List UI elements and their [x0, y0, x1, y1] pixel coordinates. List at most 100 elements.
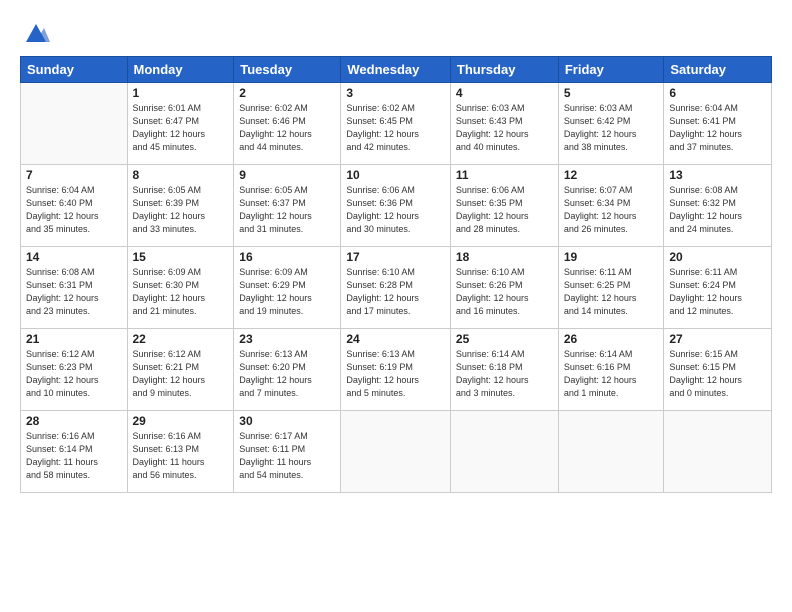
day-info: Sunrise: 6:06 AMSunset: 6:36 PMDaylight:…: [346, 184, 445, 236]
day-number: 29: [133, 414, 229, 428]
day-info: Sunrise: 6:08 AMSunset: 6:31 PMDaylight:…: [26, 266, 122, 318]
day-number: 20: [669, 250, 766, 264]
day-number: 3: [346, 86, 445, 100]
day-number: 9: [239, 168, 335, 182]
day-info: Sunrise: 6:12 AMSunset: 6:23 PMDaylight:…: [26, 348, 122, 400]
calendar-cell: 30Sunrise: 6:17 AMSunset: 6:11 PMDayligh…: [234, 411, 341, 493]
calendar-cell: 4 Sunrise: 6:03 AMSunset: 6:43 PMDaylight…: [450, 83, 558, 165]
calendar-cell: 25 Sunrise: 6:14 AMSunset: 6:18 PMDayligh…: [450, 329, 558, 411]
day-number: 4: [456, 86, 553, 100]
calendar-cell: 23 Sunrise: 6:13 AMSunset: 6:20 PMDayligh…: [234, 329, 341, 411]
day-info: Sunrise: 6:09 AMSunset: 6:29 PMDaylight:…: [239, 266, 335, 318]
calendar-cell: 20 Sunrise: 6:11 AMSunset: 6:24 PMDayligh…: [664, 247, 772, 329]
calendar-cell: 13 Sunrise: 6:08 AMSunset: 6:32 PMDayligh…: [664, 165, 772, 247]
day-number: 27: [669, 332, 766, 346]
calendar-week-4: 28Sunrise: 6:16 AMSunset: 6:14 PMDayligh…: [21, 411, 772, 493]
column-header-saturday: Saturday: [664, 57, 772, 83]
calendar-cell: 27 Sunrise: 6:15 AMSunset: 6:15 PMDayligh…: [664, 329, 772, 411]
day-info: Sunrise: 6:05 AMSunset: 6:37 PMDaylight:…: [239, 184, 335, 236]
calendar-cell: 26 Sunrise: 6:14 AMSunset: 6:16 PMDayligh…: [558, 329, 664, 411]
column-header-tuesday: Tuesday: [234, 57, 341, 83]
day-info: Sunrise: 6:10 AMSunset: 6:28 PMDaylight:…: [346, 266, 445, 318]
calendar-cell: 3 Sunrise: 6:02 AMSunset: 6:45 PMDaylight…: [341, 83, 451, 165]
calendar-cell: 6 Sunrise: 6:04 AMSunset: 6:41 PMDaylight…: [664, 83, 772, 165]
column-header-thursday: Thursday: [450, 57, 558, 83]
calendar-cell: [450, 411, 558, 493]
calendar-cell: 15 Sunrise: 6:09 AMSunset: 6:30 PMDayligh…: [127, 247, 234, 329]
column-header-wednesday: Wednesday: [341, 57, 451, 83]
calendar-cell: 1 Sunrise: 6:01 AMSunset: 6:47 PMDaylight…: [127, 83, 234, 165]
day-info: Sunrise: 6:14 AMSunset: 6:18 PMDaylight:…: [456, 348, 553, 400]
day-number: 16: [239, 250, 335, 264]
calendar-cell: 28Sunrise: 6:16 AMSunset: 6:14 PMDayligh…: [21, 411, 128, 493]
calendar-cell: 5 Sunrise: 6:03 AMSunset: 6:42 PMDaylight…: [558, 83, 664, 165]
day-number: 5: [564, 86, 659, 100]
column-header-monday: Monday: [127, 57, 234, 83]
calendar-cell: 9 Sunrise: 6:05 AMSunset: 6:37 PMDaylight…: [234, 165, 341, 247]
day-number: 10: [346, 168, 445, 182]
calendar-cell: 22Sunrise: 6:12 AMSunset: 6:21 PMDayligh…: [127, 329, 234, 411]
day-number: 25: [456, 332, 553, 346]
day-info: Sunrise: 6:02 AMSunset: 6:45 PMDaylight:…: [346, 102, 445, 154]
calendar-week-3: 21Sunrise: 6:12 AMSunset: 6:23 PMDayligh…: [21, 329, 772, 411]
day-info: Sunrise: 6:11 AMSunset: 6:25 PMDaylight:…: [564, 266, 659, 318]
calendar-cell: [558, 411, 664, 493]
calendar-cell: 18 Sunrise: 6:10 AMSunset: 6:26 PMDayligh…: [450, 247, 558, 329]
day-info: Sunrise: 6:16 AMSunset: 6:13 PMDaylight:…: [133, 430, 229, 482]
column-header-sunday: Sunday: [21, 57, 128, 83]
day-number: 26: [564, 332, 659, 346]
day-number: 11: [456, 168, 553, 182]
day-number: 15: [133, 250, 229, 264]
day-number: 8: [133, 168, 229, 182]
calendar-week-1: 7Sunrise: 6:04 AMSunset: 6:40 PMDaylight…: [21, 165, 772, 247]
calendar-cell: 16 Sunrise: 6:09 AMSunset: 6:29 PMDayligh…: [234, 247, 341, 329]
day-info: Sunrise: 6:08 AMSunset: 6:32 PMDaylight:…: [669, 184, 766, 236]
calendar-cell: 2 Sunrise: 6:02 AMSunset: 6:46 PMDaylight…: [234, 83, 341, 165]
calendar-table: SundayMondayTuesdayWednesdayThursdayFrid…: [20, 56, 772, 493]
day-info: Sunrise: 6:09 AMSunset: 6:30 PMDaylight:…: [133, 266, 229, 318]
calendar-cell: 11 Sunrise: 6:06 AMSunset: 6:35 PMDayligh…: [450, 165, 558, 247]
calendar-cell: 8 Sunrise: 6:05 AMSunset: 6:39 PMDaylight…: [127, 165, 234, 247]
calendar-header-row: SundayMondayTuesdayWednesdayThursdayFrid…: [21, 57, 772, 83]
logo: [20, 18, 50, 46]
day-info: Sunrise: 6:02 AMSunset: 6:46 PMDaylight:…: [239, 102, 335, 154]
day-number: 24: [346, 332, 445, 346]
day-info: Sunrise: 6:03 AMSunset: 6:43 PMDaylight:…: [456, 102, 553, 154]
day-info: Sunrise: 6:06 AMSunset: 6:35 PMDaylight:…: [456, 184, 553, 236]
page: SundayMondayTuesdayWednesdayThursdayFrid…: [0, 0, 792, 612]
day-info: Sunrise: 6:14 AMSunset: 6:16 PMDaylight:…: [564, 348, 659, 400]
day-info: Sunrise: 6:15 AMSunset: 6:15 PMDaylight:…: [669, 348, 766, 400]
day-info: Sunrise: 6:01 AMSunset: 6:47 PMDaylight:…: [133, 102, 229, 154]
day-info: Sunrise: 6:07 AMSunset: 6:34 PMDaylight:…: [564, 184, 659, 236]
header: [20, 18, 772, 46]
day-info: Sunrise: 6:04 AMSunset: 6:41 PMDaylight:…: [669, 102, 766, 154]
day-number: 23: [239, 332, 335, 346]
day-info: Sunrise: 6:11 AMSunset: 6:24 PMDaylight:…: [669, 266, 766, 318]
calendar-cell: 7Sunrise: 6:04 AMSunset: 6:40 PMDaylight…: [21, 165, 128, 247]
calendar-cell: 29 Sunrise: 6:16 AMSunset: 6:13 PMDayligh…: [127, 411, 234, 493]
day-info: Sunrise: 6:05 AMSunset: 6:39 PMDaylight:…: [133, 184, 229, 236]
calendar-cell: 24 Sunrise: 6:13 AMSunset: 6:19 PMDayligh…: [341, 329, 451, 411]
day-info: Sunrise: 6:16 AMSunset: 6:14 PMDaylight:…: [26, 430, 122, 482]
day-info: Sunrise: 6:04 AMSunset: 6:40 PMDaylight:…: [26, 184, 122, 236]
day-number: 13: [669, 168, 766, 182]
day-info: Sunrise: 6:03 AMSunset: 6:42 PMDaylight:…: [564, 102, 659, 154]
column-header-friday: Friday: [558, 57, 664, 83]
day-info: Sunrise: 6:13 AMSunset: 6:20 PMDaylight:…: [239, 348, 335, 400]
day-info: Sunrise: 6:13 AMSunset: 6:19 PMDaylight:…: [346, 348, 445, 400]
logo-icon: [22, 18, 50, 46]
calendar-cell: [664, 411, 772, 493]
day-number: 6: [669, 86, 766, 100]
day-info: Sunrise: 6:10 AMSunset: 6:26 PMDaylight:…: [456, 266, 553, 318]
day-number: 18: [456, 250, 553, 264]
day-number: 2: [239, 86, 335, 100]
calendar-week-0: 1 Sunrise: 6:01 AMSunset: 6:47 PMDaylight…: [21, 83, 772, 165]
calendar-cell: 17Sunrise: 6:10 AMSunset: 6:28 PMDayligh…: [341, 247, 451, 329]
calendar-cell: 10 Sunrise: 6:06 AMSunset: 6:36 PMDayligh…: [341, 165, 451, 247]
calendar-cell: [21, 83, 128, 165]
calendar-cell: 19 Sunrise: 6:11 AMSunset: 6:25 PMDayligh…: [558, 247, 664, 329]
day-number: 19: [564, 250, 659, 264]
day-info: Sunrise: 6:12 AMSunset: 6:21 PMDaylight:…: [133, 348, 229, 400]
calendar-cell: 14Sunrise: 6:08 AMSunset: 6:31 PMDayligh…: [21, 247, 128, 329]
day-number: 1: [133, 86, 229, 100]
